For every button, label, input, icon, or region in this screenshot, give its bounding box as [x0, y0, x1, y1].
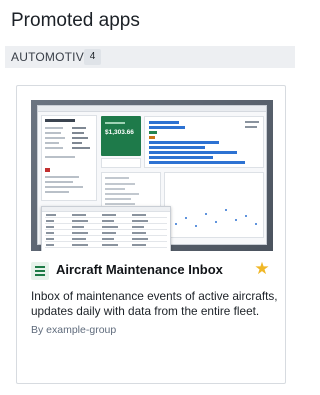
promoted-apps-page: Promoted apps AUTOMOTIVE 4 $1,303.66 Air…	[0, 0, 300, 395]
category-header: AUTOMOTIVE 4	[5, 46, 295, 68]
category-label: AUTOMOTIVE	[11, 50, 93, 64]
star-icon[interactable]: ★	[253, 260, 271, 278]
spreadsheet-icon	[31, 262, 49, 280]
category-count-badge: 4	[84, 49, 101, 65]
app-author: By example-group	[31, 324, 117, 336]
preview-window: $1,303.66	[37, 105, 267, 251]
preview-table	[41, 206, 171, 251]
preview-line-chart	[164, 172, 264, 238]
app-title: Aircraft Maintenance Inbox	[56, 262, 223, 277]
page-title: Promoted apps	[11, 10, 140, 31]
preview-bar-chart	[144, 116, 264, 168]
app-preview-image: $1,303.66	[31, 100, 273, 251]
app-card[interactable]: $1,303.66 Aircraft Maintenance Inbox ★ I…	[16, 85, 286, 384]
preview-price-card: $1,303.66	[101, 116, 141, 156]
preview-price: $1,303.66	[105, 129, 134, 136]
app-description: Inbox of maintenance events of active ai…	[31, 289, 278, 318]
